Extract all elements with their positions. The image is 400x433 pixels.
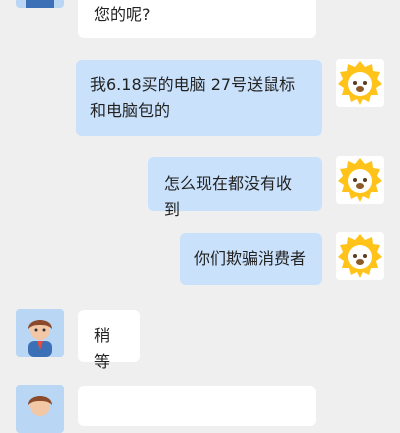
message-bubble-customer: 你们欺骗消费者 (180, 233, 322, 285)
message-bubble-agent (78, 386, 316, 426)
lion-mascot-icon (336, 232, 384, 280)
customer-avatar[interactable] (336, 232, 384, 280)
customer-avatar[interactable] (336, 156, 384, 204)
message-text: 稍等 (94, 326, 111, 371)
agent-avatar-icon (16, 0, 64, 8)
lion-mascot-icon (336, 59, 384, 107)
message-bubble-agent: 您的呢? (78, 0, 316, 38)
agent-avatar[interactable] (16, 385, 64, 433)
message-text: 我6.18买的电脑 27号送鼠标和电脑包的 (90, 75, 296, 120)
customer-avatar[interactable] (336, 59, 384, 107)
agent-avatar-icon (16, 385, 64, 433)
agent-avatar[interactable] (16, 309, 64, 357)
message-bubble-customer: 怎么现在都没有收到 (148, 157, 322, 219)
agent-avatar[interactable] (16, 0, 64, 8)
lion-mascot-icon (336, 156, 384, 204)
message-bubble-customer: 我6.18买的电脑 27号送鼠标和电脑包的 (76, 60, 322, 136)
agent-avatar-icon (16, 309, 64, 357)
message-bubble-agent: 稍等 (78, 310, 140, 371)
message-text: 你们欺骗消费者 (194, 249, 307, 268)
message-text: 怎么现在都没有收到 (164, 174, 293, 219)
message-text: 您的呢? (94, 5, 151, 24)
